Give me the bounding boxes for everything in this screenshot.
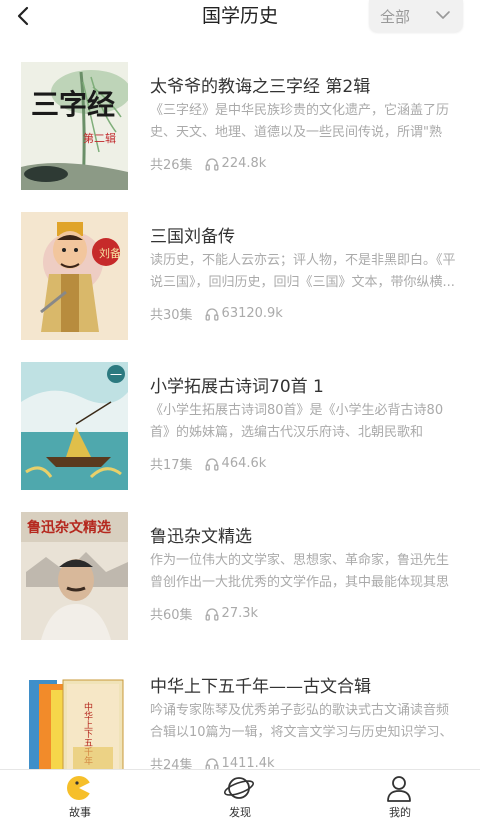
play-count: 63120.9k xyxy=(221,306,283,321)
album-title: 鲁迅杂文精选 xyxy=(150,527,252,547)
cover-title-text: 一 xyxy=(110,368,122,382)
tab-story[interactable]: 故事 xyxy=(0,770,160,822)
cover-title-text: 刘备 xyxy=(99,246,121,260)
album-title: 中华上下五千年——古文合辑 xyxy=(150,677,371,697)
story-icon xyxy=(67,776,91,800)
headphones-icon xyxy=(205,757,218,769)
episode-count: 共30集 xyxy=(150,308,193,323)
tab-profile[interactable]: 我的 xyxy=(320,770,480,822)
album-meta: 共26集 224.8k xyxy=(150,154,266,173)
album-cover: 鲁迅杂文精选 xyxy=(21,512,128,640)
play-count: 27.3k xyxy=(221,606,259,621)
album-description: 《小学生拓展古诗词80首》是《小学生必背古诗80首》的姊妹篇，选编古代汉乐府诗、… xyxy=(150,403,444,440)
chevron-down-icon xyxy=(436,11,450,19)
album-cover: 刘备 xyxy=(21,212,128,340)
tab-label: 故事 xyxy=(69,806,91,819)
tab-label: 我的 xyxy=(389,806,411,819)
svg-text:第二辑: 第二辑 xyxy=(83,131,116,145)
cover-title-text: 鲁迅杂文精选 xyxy=(26,519,111,536)
episode-count: 共24集 xyxy=(150,758,193,769)
list-item[interactable]: 刘备 三国刘备传 读历史，不能人云亦云；评人物，不是非黑即白。《平说三国》，回归… xyxy=(0,186,480,340)
album-meta: 共30集 63120.9k xyxy=(150,304,283,323)
list-item[interactable]: 鲁迅杂文精选 鲁迅杂文精选 作为一位伟大的文学家、思想家、革命家，鲁迅先生曾创作… xyxy=(0,486,480,640)
album-title: 小学拓展古诗词70首 1 xyxy=(150,377,324,397)
headphones-icon xyxy=(205,307,218,321)
episode-count: 共17集 xyxy=(150,458,193,473)
play-count: 464.6k xyxy=(221,456,267,471)
list-item[interactable]: 中华上下五千年 中华上下五千年——古文合辑 吟诵专家陈琴及优秀弟子彭弘的歌诀式古… xyxy=(0,636,480,769)
bottom-tab-bar: 故事 发现 我的 xyxy=(0,769,480,822)
episode-count: 共26集 xyxy=(150,158,193,173)
tab-discover[interactable]: 发现 xyxy=(160,770,320,822)
album-meta: 共24集 1411.4k xyxy=(150,754,275,769)
episode-count: 共60集 xyxy=(150,608,193,623)
album-meta: 共17集 464.6k xyxy=(150,454,266,473)
album-description: 读历史，不能人云亦云；评人物，不是非黑即白。《平说三国》，回归历史，回归《三国》… xyxy=(150,253,456,290)
album-cover: 三字经 第二辑 xyxy=(21,62,128,190)
album-description: 《三字经》是中华民族珍贵的文化遗产，它涵盖了历史、天文、地理、道德以及一些民间传… xyxy=(150,103,450,140)
play-count: 224.8k xyxy=(221,156,267,171)
album-title: 三国刘备传 xyxy=(150,227,235,247)
album-cover: 一 xyxy=(21,362,128,490)
album-cover: 中华上下五千年 xyxy=(21,662,128,769)
list-item[interactable]: 一 小学拓展古诗词70首 1 《小学生拓展古诗词80首》是《小学生必背古诗80首… xyxy=(0,336,480,490)
album-description: 吟诵专家陈琴及优秀弟子彭弘的歌诀式古文诵读音频合辑以10篇为一辑，将文言文学习与… xyxy=(150,703,453,740)
profile-icon xyxy=(387,776,411,802)
album-meta: 共60集 27.3k xyxy=(150,604,258,623)
cover-title-text: 三字经 xyxy=(31,88,115,121)
album-list: 三字经 第二辑 太爷爷的教诲之三字经 第2辑 《三字经》是中华民族珍贵的文化遗产… xyxy=(0,36,480,769)
tab-label: 发现 xyxy=(229,806,251,819)
album-title: 太爷爷的教诲之三字经 第2辑 xyxy=(150,77,371,97)
headphones-icon xyxy=(205,607,218,621)
album-description: 作为一位伟大的文学家、思想家、革命家，鲁迅先生曾创作出一大批优秀的文学作品，其中… xyxy=(150,553,450,590)
headphones-icon xyxy=(205,157,218,171)
category-filter-dropdown[interactable]: 全部 xyxy=(369,0,463,32)
list-item[interactable]: 三字经 第二辑 太爷爷的教诲之三字经 第2辑 《三字经》是中华民族珍贵的文化遗产… xyxy=(0,36,480,190)
play-count: 1411.4k xyxy=(221,756,275,769)
discover-planet-icon xyxy=(224,777,254,799)
top-nav-bar: 国学历史 全部 xyxy=(0,0,480,36)
headphones-icon xyxy=(205,457,218,471)
filter-selected-value: 全部 xyxy=(380,8,411,26)
